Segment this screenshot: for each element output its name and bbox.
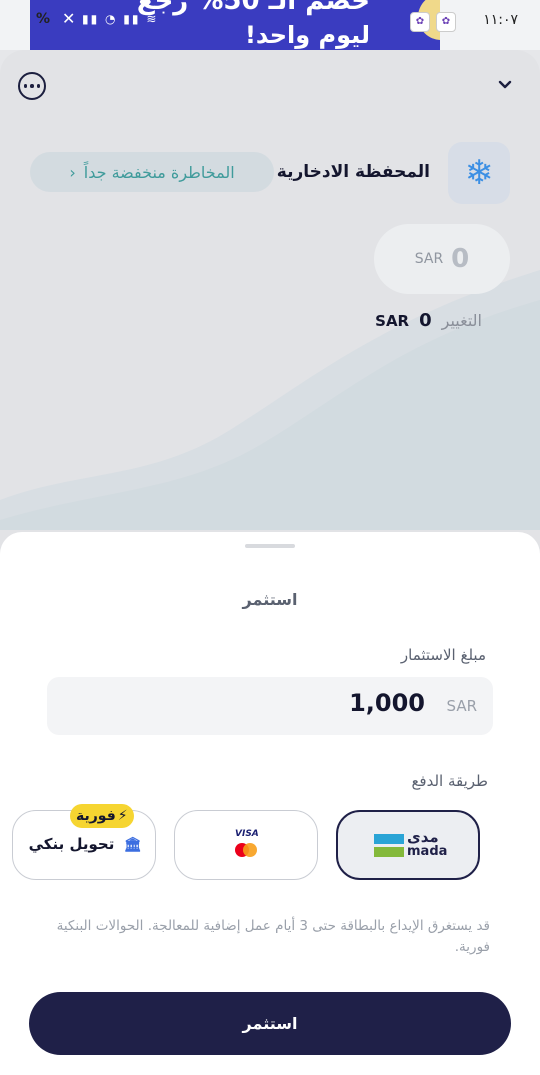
more-options-icon[interactable] [18, 72, 46, 100]
risk-level-button[interactable]: المخاطرة منخفضة جداً ‹ [30, 152, 274, 192]
mada-logo-english: mada [407, 844, 448, 859]
bank-transfer-content: 🏛 تحويل بنكي [13, 835, 157, 853]
portfolio-screen: ❄ المحفظة الادخارية المخاطرة منخفضة جداً… [0, 50, 540, 570]
payment-option-card[interactable]: VISA [174, 810, 318, 880]
change-label: التغيير [441, 311, 482, 330]
portfolio-value-currency: SAR [414, 251, 444, 267]
ad-text-line1: خصم الـ 50% رجع [136, 0, 370, 16]
sheet-drag-handle[interactable] [245, 544, 295, 548]
portfolio-value-amount: 0 [451, 244, 470, 274]
status-bar: خصم الـ 50% رجع ليوم واحد! % ✕ ▮▮ ◔ ▮▮ ≋… [0, 0, 540, 50]
signal-icons: ▮▮ ◔ ▮▮ ≋ [82, 12, 159, 26]
instant-badge: ⚡ فورية [70, 804, 134, 828]
processing-note: قد يستغرق الإيداع بالبطاقة حتى 3 أيام عم… [56, 918, 490, 955]
bank-transfer-label: تحويل بنكي [28, 835, 115, 853]
lightning-icon: ⚡ [117, 808, 128, 824]
mastercard-circle-yellow [243, 843, 257, 857]
clock: ١١:٠٧ [483, 12, 518, 28]
risk-level-label: المخاطرة منخفضة جداً [83, 162, 235, 182]
chevron-left-icon: ‹ [69, 162, 76, 182]
mada-logo-bar-green [374, 847, 404, 857]
payment-method-label: طريقة الدفع [411, 772, 488, 790]
instant-badge-label: فورية [76, 808, 116, 824]
app-notification-icon: ✿ [436, 12, 456, 32]
app-notification-icon: ✿ [410, 12, 430, 32]
close-ad-icon[interactable]: ✕ [62, 9, 75, 28]
chevron-down-icon[interactable] [498, 78, 512, 92]
notification-icons: ✿ ✿ [410, 12, 456, 32]
change-row: التغيير 0 SAR [375, 310, 482, 331]
amount-input[interactable]: SAR 1,000 [47, 677, 493, 735]
snowflake-icon: ❄ [448, 142, 510, 204]
change-value: 0 [419, 310, 432, 331]
visa-mastercard-logo: VISA [233, 829, 263, 863]
portfolio-value: SAR 0 [374, 224, 510, 294]
sheet-title: استثمر [242, 590, 298, 609]
change-currency: SAR [375, 311, 410, 330]
visa-logo-text: VISA [235, 829, 259, 839]
amount-value: 1,000 [349, 689, 425, 717]
amount-currency: SAR [446, 697, 477, 715]
invest-bottom-sheet: استثمر مبلغ الاستثمار SAR 1,000 طريقة ال… [0, 532, 540, 1075]
mada-logo: مدى mada [374, 828, 448, 860]
invest-button[interactable]: استثمر [29, 992, 511, 1055]
bank-icon: 🏛 [123, 837, 142, 853]
payment-option-mada[interactable]: مدى mada [336, 810, 480, 880]
amount-label: مبلغ الاستثمار [400, 646, 486, 664]
mada-logo-bar-blue [374, 834, 404, 844]
portfolio-name: المحفظة الادخارية [276, 162, 430, 182]
ad-text-line2: ليوم واحد! [244, 21, 370, 49]
battery-indicator: % [36, 11, 51, 27]
